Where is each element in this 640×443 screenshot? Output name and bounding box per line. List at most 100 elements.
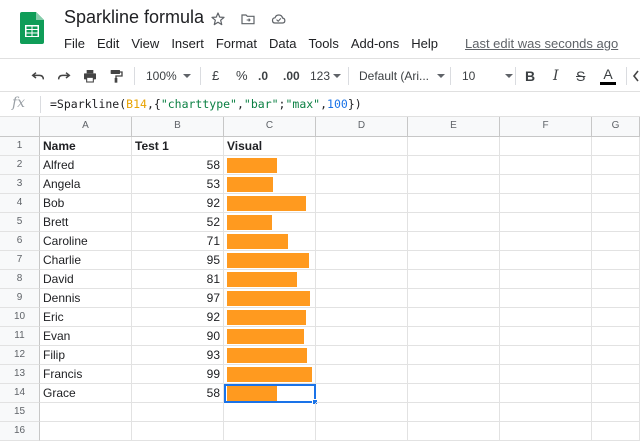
column-header-f[interactable]: F	[500, 117, 592, 137]
sparkline-cell[interactable]	[224, 213, 316, 232]
sparkline-cell[interactable]	[224, 232, 316, 251]
sparkline-cell[interactable]	[224, 270, 316, 289]
score-cell[interactable]: 93	[132, 346, 224, 365]
cell[interactable]	[316, 308, 408, 327]
cell[interactable]	[408, 194, 500, 213]
name-cell[interactable]: Francis	[40, 365, 132, 384]
sheets-logo-icon[interactable]	[20, 12, 44, 44]
cell[interactable]	[316, 213, 408, 232]
cell[interactable]	[500, 194, 592, 213]
cell[interactable]	[408, 251, 500, 270]
cell[interactable]	[592, 346, 640, 365]
cell[interactable]	[408, 308, 500, 327]
cell[interactable]	[316, 156, 408, 175]
menu-data[interactable]: Data	[263, 35, 302, 53]
row-header[interactable]: 9	[0, 289, 40, 308]
name-cell[interactable]: Angela	[40, 175, 132, 194]
cell[interactable]	[408, 175, 500, 194]
cell[interactable]	[500, 384, 592, 403]
last-edit-link[interactable]: Last edit was seconds ago	[465, 35, 618, 53]
cell[interactable]	[592, 232, 640, 251]
redo-icon[interactable]	[56, 59, 72, 92]
sparkline-cell[interactable]	[224, 384, 316, 403]
column-header-a[interactable]: A	[40, 117, 132, 137]
cell[interactable]	[500, 289, 592, 308]
name-cell[interactable]: Dennis	[40, 289, 132, 308]
score-cell[interactable]: 97	[132, 289, 224, 308]
cell[interactable]	[316, 327, 408, 346]
more-options-icon[interactable]	[632, 59, 640, 92]
sparkline-cell[interactable]	[224, 194, 316, 213]
row-header[interactable]: 8	[0, 270, 40, 289]
cell[interactable]	[408, 365, 500, 384]
name-cell[interactable]: Brett	[40, 213, 132, 232]
cell[interactable]	[408, 422, 500, 441]
font-family-select[interactable]: Default (Ari...	[359, 59, 446, 92]
column-header-e[interactable]: E	[408, 117, 500, 137]
menu-view[interactable]: View	[125, 35, 165, 53]
header-cell-test[interactable]: Test 1	[132, 137, 224, 156]
cell[interactable]	[500, 270, 592, 289]
column-header-c[interactable]: C	[224, 117, 316, 137]
cell[interactable]	[316, 422, 408, 441]
cell[interactable]	[592, 365, 640, 384]
score-cell[interactable]: 58	[132, 156, 224, 175]
cell[interactable]	[316, 232, 408, 251]
cell[interactable]	[592, 270, 640, 289]
select-all-corner[interactable]	[0, 117, 40, 137]
cell[interactable]	[500, 213, 592, 232]
document-title[interactable]: Sparkline formula	[64, 7, 204, 28]
score-cell[interactable]: 90	[132, 327, 224, 346]
cell[interactable]	[408, 327, 500, 346]
star-icon[interactable]	[208, 9, 228, 29]
zoom-select[interactable]: 100%	[146, 59, 191, 92]
score-cell[interactable]: 58	[132, 384, 224, 403]
name-cell[interactable]: Grace	[40, 384, 132, 403]
cell[interactable]	[408, 137, 500, 156]
row-header[interactable]: 5	[0, 213, 40, 232]
cell[interactable]	[316, 175, 408, 194]
menu-add-ons[interactable]: Add-ons	[345, 35, 405, 53]
cell[interactable]	[592, 403, 640, 422]
decrease-decimal-button[interactable]: .0	[258, 59, 268, 92]
column-header-b[interactable]: B	[132, 117, 224, 137]
row-header[interactable]: 14	[0, 384, 40, 403]
print-icon[interactable]	[82, 59, 98, 92]
cell[interactable]	[408, 232, 500, 251]
cell[interactable]	[316, 403, 408, 422]
cell[interactable]	[132, 403, 224, 422]
cell[interactable]	[592, 251, 640, 270]
cell[interactable]	[592, 175, 640, 194]
more-formats-select[interactable]: 123	[310, 59, 342, 92]
row-header[interactable]: 1	[0, 137, 40, 156]
cell[interactable]	[224, 422, 316, 441]
name-cell[interactable]: Eric	[40, 308, 132, 327]
cell[interactable]	[408, 289, 500, 308]
cell[interactable]	[408, 384, 500, 403]
row-header[interactable]: 4	[0, 194, 40, 213]
sparkline-cell[interactable]	[224, 365, 316, 384]
header-cell-visual[interactable]: Visual	[224, 137, 316, 156]
cell[interactable]	[592, 289, 640, 308]
currency-format-button[interactable]: £	[212, 59, 219, 92]
menu-insert[interactable]: Insert	[165, 35, 210, 53]
cell[interactable]	[500, 403, 592, 422]
cell[interactable]	[316, 346, 408, 365]
percent-format-button[interactable]: %	[236, 59, 248, 92]
row-header[interactable]: 13	[0, 365, 40, 384]
cell[interactable]	[316, 194, 408, 213]
font-size-select[interactable]: 10	[462, 59, 514, 92]
cell[interactable]	[132, 422, 224, 441]
cell[interactable]	[500, 422, 592, 441]
menu-edit[interactable]: Edit	[91, 35, 125, 53]
formula-input[interactable]: =Sparkline(B14,{"charttype","bar";"max",…	[50, 97, 362, 111]
name-cell[interactable]: Charlie	[40, 251, 132, 270]
cell[interactable]	[316, 365, 408, 384]
row-header[interactable]: 15	[0, 403, 40, 422]
cell[interactable]	[316, 137, 408, 156]
cell[interactable]	[500, 156, 592, 175]
cell[interactable]	[592, 327, 640, 346]
bold-button[interactable]: B	[525, 59, 535, 92]
strikethrough-button[interactable]: S	[576, 59, 585, 92]
sparkline-cell[interactable]	[224, 289, 316, 308]
